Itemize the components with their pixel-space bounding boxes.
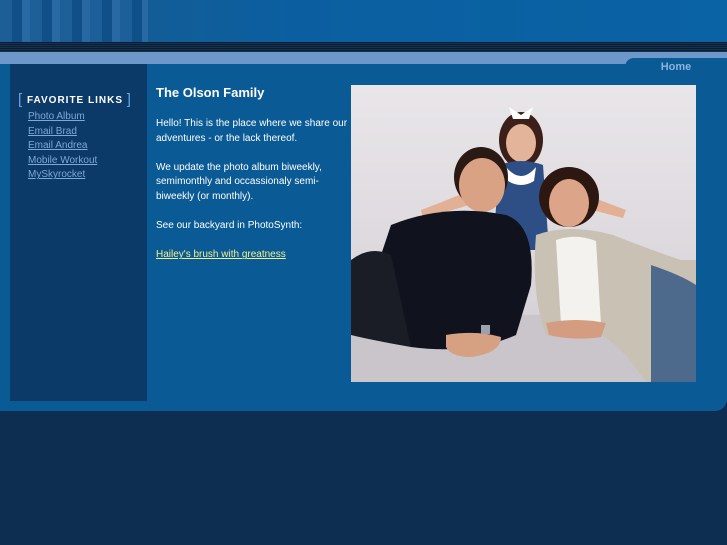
link-photo-album[interactable]: Photo Album bbox=[28, 111, 85, 122]
nav-tab-home[interactable]: Home bbox=[625, 58, 727, 76]
woman-jeans bbox=[651, 265, 696, 382]
banner-logo-tiles bbox=[0, 0, 148, 42]
list-item: Email Brad bbox=[28, 123, 97, 138]
man-face bbox=[459, 158, 505, 212]
link-mobile-workout[interactable]: Mobile Workout bbox=[28, 155, 97, 166]
girl-face bbox=[506, 124, 536, 162]
sidebar-title-text: Favorite Links bbox=[26, 95, 123, 106]
bracket-right-icon: ] bbox=[126, 91, 132, 108]
intro-paragraph: Hello! This is the place where we share … bbox=[156, 118, 348, 144]
link-email-andrea[interactable]: Email Andrea bbox=[28, 140, 87, 151]
woman-hands bbox=[546, 320, 606, 339]
update-paragraph: We update the photo album biweekly, semi… bbox=[156, 161, 322, 202]
bracket-left-icon: [ bbox=[18, 91, 24, 108]
woman-face bbox=[549, 179, 589, 227]
sidebar-title: [ Favorite Links ] bbox=[18, 92, 140, 108]
family-photo-illustration bbox=[351, 107, 696, 382]
family-photo bbox=[351, 85, 696, 382]
top-banner bbox=[0, 0, 727, 42]
list-item: Mobile Workout bbox=[28, 152, 97, 167]
link-email-brad[interactable]: Email Brad bbox=[28, 126, 77, 137]
content-body: Hello! This is the place where we share … bbox=[156, 117, 350, 278]
list-item: Email Andrea bbox=[28, 137, 97, 152]
link-paragraph: Hailey's brush with greatness bbox=[156, 248, 350, 263]
backyard-paragraph: See our backyard in PhotoSynth: bbox=[156, 220, 303, 232]
favorite-links-list: Photo Album Email Brad Email Andrea Mobi… bbox=[28, 108, 97, 181]
link-myskyrocket[interactable]: MySkyrocket bbox=[28, 169, 85, 180]
list-item: MySkyrocket bbox=[28, 166, 97, 181]
sidebar: [ Favorite Links ] Photo Album Email Bra… bbox=[10, 64, 147, 401]
photosynth-link[interactable]: Hailey's brush with greatness bbox=[156, 249, 286, 260]
page-title: The Olson Family bbox=[156, 85, 265, 100]
man-watch bbox=[481, 325, 490, 334]
top-stripe bbox=[0, 42, 727, 52]
list-item: Photo Album bbox=[28, 108, 97, 123]
woman-shirt bbox=[556, 236, 601, 328]
